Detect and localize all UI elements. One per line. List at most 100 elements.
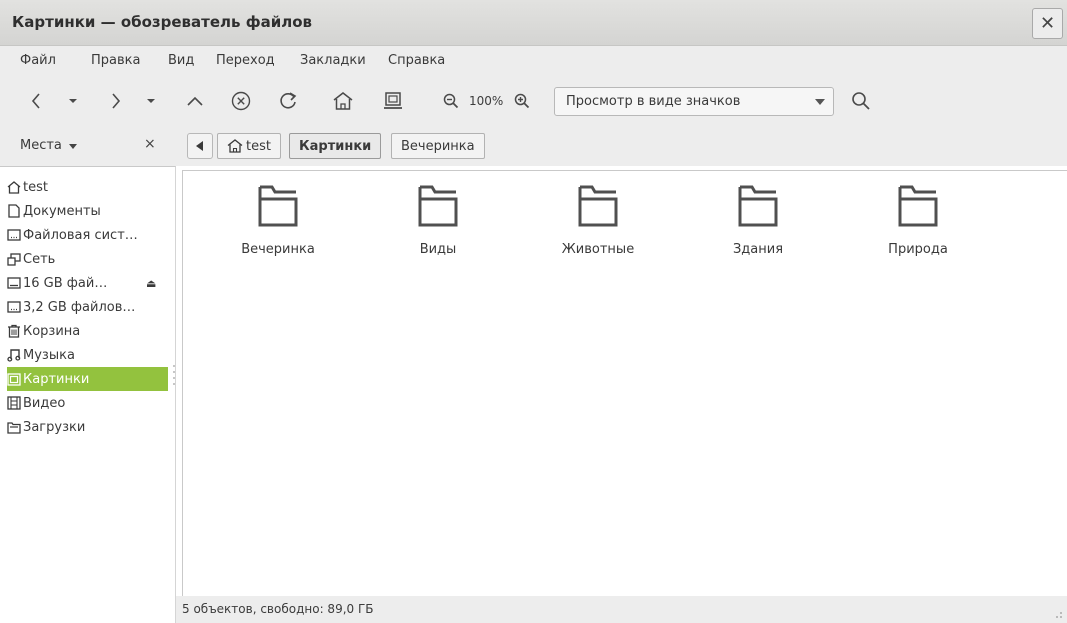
sidebar-item-label: Документы — [23, 203, 101, 219]
sidebar-item-documents[interactable]: Документы — [7, 199, 168, 223]
stop-button[interactable] — [229, 86, 253, 116]
menu-edit[interactable]: Правка — [91, 53, 140, 68]
document-icon — [7, 204, 21, 218]
breadcrumb-label: Картинки — [299, 138, 372, 154]
chevron-right-icon — [112, 93, 121, 109]
sidebar-item-label: test — [23, 179, 48, 195]
reload-button[interactable] — [276, 86, 300, 116]
toolbar: 100% Просмотр в виде значков — [0, 76, 1067, 126]
view-mode-value: Просмотр в виде значков — [566, 94, 741, 109]
caret-down-icon — [69, 144, 77, 149]
sidebar-item-downloads[interactable]: Загрузки — [7, 415, 168, 439]
computer-button[interactable] — [381, 86, 405, 116]
sidebar-item-network[interactable]: Сеть — [7, 247, 168, 271]
reload-icon — [280, 92, 297, 109]
drive-icon — [7, 228, 21, 242]
breadcrumb-home[interactable]: test — [217, 133, 281, 159]
trash-icon — [7, 324, 21, 338]
back-history-button[interactable] — [64, 86, 82, 116]
breadcrumb-back-button[interactable] — [187, 133, 213, 159]
close-icon: ✕ — [1039, 13, 1056, 34]
downloads-icon — [7, 420, 21, 434]
folder-icon — [738, 185, 778, 227]
menu-help[interactable]: Справка — [388, 53, 445, 68]
pictures-icon — [7, 372, 21, 386]
eject-icon[interactable]: ⏏ — [146, 277, 156, 290]
file-item[interactable]: Животные — [533, 181, 663, 261]
sidebar-item-label: Музыка — [23, 347, 75, 363]
folder-icon — [258, 185, 298, 227]
sidebar-item-label: Загрузки — [23, 419, 86, 435]
sidebar-item-label: Видео — [23, 395, 66, 411]
status-bar: 5 объектов, свободно: 89,0 ГБ — [176, 596, 1067, 623]
music-icon — [7, 348, 21, 362]
folder-icon — [578, 185, 618, 227]
sidebar-item-home[interactable]: test — [7, 175, 168, 199]
menu-bookmarks[interactable]: Закладки — [300, 53, 366, 68]
status-text: 5 объектов, свободно: 89,0 ГБ — [182, 602, 374, 616]
close-window-button[interactable]: ✕ — [1032, 8, 1063, 39]
places-menu[interactable]: Места — [20, 138, 62, 153]
menu-go[interactable]: Переход — [216, 53, 275, 68]
removable-drive-icon — [7, 276, 21, 290]
sidebar-resize-handle[interactable] — [172, 362, 176, 388]
network-icon — [7, 252, 21, 266]
menu-view[interactable]: Вид — [168, 53, 194, 68]
sidebar-item-pictures[interactable]: Картинки — [7, 367, 168, 391]
forward-button[interactable] — [106, 86, 126, 116]
file-item[interactable]: Вечеринка — [213, 181, 343, 261]
file-name: Животные — [561, 242, 635, 257]
window-title: Картинки — обозреватель файлов — [12, 13, 313, 31]
file-item[interactable]: Природа — [853, 181, 983, 261]
breadcrumb-label: Вечеринка — [401, 138, 475, 154]
video-icon — [7, 396, 21, 410]
menu-file[interactable]: Файл — [20, 53, 56, 68]
file-item[interactable]: Здания — [693, 181, 823, 261]
sidebar-item-video[interactable]: Видео — [7, 391, 168, 415]
chevron-down-icon — [147, 99, 155, 103]
sidebar-item-label: 16 GB фай… — [23, 275, 108, 291]
menu-bar: Файл Правка Вид Переход Закладки Справка — [0, 46, 1067, 76]
stop-icon — [231, 91, 251, 111]
zoom-in-icon — [514, 93, 530, 109]
forward-history-button[interactable] — [142, 86, 160, 116]
triangle-left-icon — [196, 141, 203, 151]
sidebar-item-music[interactable]: Музыка — [7, 343, 168, 367]
file-name: Вечеринка — [241, 242, 315, 257]
sidebar-item-filesystem[interactable]: Файловая сист… — [7, 223, 168, 247]
breadcrumb-child[interactable]: Вечеринка — [391, 133, 485, 159]
file-name: Здания — [732, 242, 784, 257]
sidebar-item-usb-drive[interactable]: 16 GB фай… ⏏ — [7, 271, 168, 295]
zoom-level: 100% — [469, 94, 504, 108]
back-button[interactable] — [26, 86, 46, 116]
home-icon — [227, 139, 243, 153]
sidebar-item-label: Сеть — [23, 251, 56, 267]
sidebar-item-label: Корзина — [23, 323, 81, 339]
view-mode-select[interactable]: Просмотр в виде значков — [554, 87, 834, 116]
window-resize-grip[interactable] — [1053, 609, 1063, 619]
chevron-left-icon — [31, 93, 40, 109]
computer-icon — [384, 92, 402, 109]
places-sidebar: test Документы Файловая сист… Сеть 16 GB… — [0, 166, 176, 623]
zoom-in-button[interactable] — [512, 86, 532, 116]
breadcrumb-label: test — [246, 138, 271, 154]
file-item[interactable]: Виды — [373, 181, 503, 261]
dropdown-arrow-icon — [815, 99, 825, 105]
search-icon — [852, 92, 870, 110]
home-button[interactable] — [331, 86, 355, 116]
drive-icon — [7, 300, 21, 314]
sidebar-item-label: 3,2 GB файлов… — [23, 299, 136, 315]
search-button[interactable] — [849, 86, 873, 116]
chevron-up-icon — [187, 96, 203, 106]
location-bar: Места × test Картинки Вечеринка — [0, 126, 1067, 166]
sidebar-item-trash[interactable]: Корзина — [7, 319, 168, 343]
zoom-out-icon — [443, 93, 459, 109]
close-sidebar-button[interactable]: × — [144, 136, 156, 152]
zoom-out-button[interactable] — [441, 86, 461, 116]
folder-icon — [898, 185, 938, 227]
up-button[interactable] — [184, 86, 206, 116]
sidebar-item-volume[interactable]: 3,2 GB файлов… — [7, 295, 168, 319]
breadcrumb-current[interactable]: Картинки — [289, 133, 382, 159]
home-icon — [7, 180, 21, 194]
file-view[interactable]: Вечеринка Виды Животные Здания Природа — [182, 170, 1067, 596]
